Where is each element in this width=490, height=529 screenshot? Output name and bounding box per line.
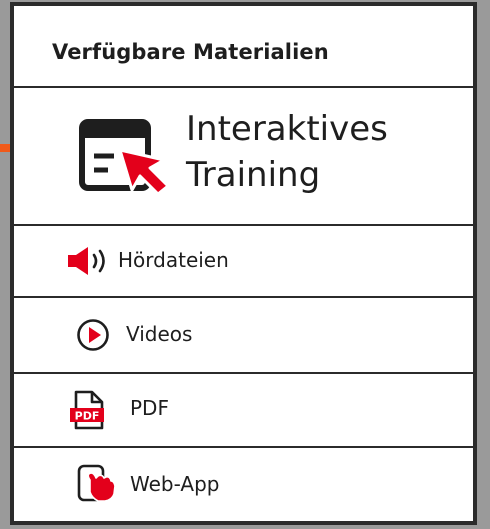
web-app-item[interactable]: Web-App bbox=[14, 448, 473, 522]
interactive-training-label-line2: Training bbox=[186, 155, 321, 195]
interactive-training-item[interactable]: Interaktives Training bbox=[14, 88, 473, 224]
browser-window-cursor-icon bbox=[79, 119, 170, 196]
interactive-training-label: Interaktives Training bbox=[186, 106, 388, 198]
svg-text:PDF: PDF bbox=[75, 410, 100, 423]
play-circle-icon bbox=[77, 319, 109, 351]
pdf-label: PDF bbox=[130, 396, 169, 420]
interactive-training-label-line1: Interaktives bbox=[186, 109, 388, 149]
materials-panel: Verfügbare Materialien Interaktives Trai… bbox=[10, 2, 477, 525]
pdf-item[interactable]: PDF PDF bbox=[14, 374, 473, 446]
web-app-label: Web-App bbox=[130, 472, 220, 496]
videos-item[interactable]: Videos bbox=[14, 298, 473, 372]
videos-label: Videos bbox=[126, 322, 193, 346]
tablet-touch-icon bbox=[77, 464, 116, 502]
speaker-icon bbox=[68, 247, 105, 275]
page-background: Verfügbare Materialien Interaktives Trai… bbox=[0, 0, 490, 529]
audio-files-item[interactable]: Hördateien bbox=[14, 226, 473, 296]
panel-title: Verfügbare Materialien bbox=[52, 40, 329, 64]
pdf-file-icon: PDF bbox=[70, 390, 104, 430]
audio-files-label: Hördateien bbox=[118, 248, 229, 272]
